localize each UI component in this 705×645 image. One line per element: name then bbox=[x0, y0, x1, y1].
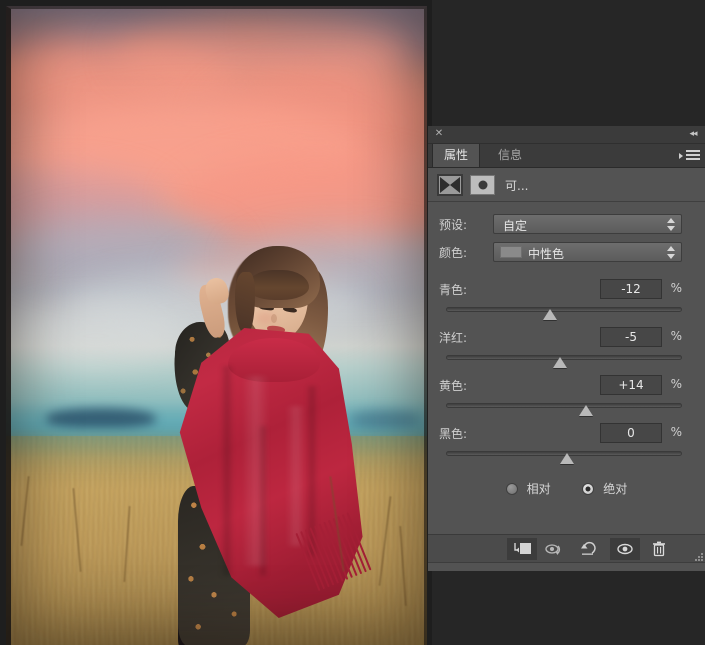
magenta-slider-handle[interactable] bbox=[552, 357, 567, 368]
color-swatch bbox=[500, 246, 522, 258]
black-slider-block: 黑色: 0 % bbox=[428, 423, 705, 472]
black-label: 黑色: bbox=[439, 427, 468, 441]
radio-dot-icon bbox=[505, 483, 518, 495]
panel-bottom-edge bbox=[428, 562, 705, 571]
clip-to-layer-button[interactable] bbox=[507, 538, 537, 560]
eye-icon bbox=[617, 543, 633, 555]
adjustment-title: 可... bbox=[505, 179, 529, 193]
reset-arrow-icon bbox=[581, 541, 596, 555]
cyan-value-input[interactable]: -12 bbox=[600, 279, 662, 299]
eye-arrow-icon bbox=[545, 544, 561, 555]
radio-dot-icon bbox=[582, 483, 595, 495]
photo-image[interactable] bbox=[6, 6, 427, 645]
yellow-slider-block: 黄色: +14 % bbox=[428, 375, 705, 424]
magenta-label: 洋红: bbox=[439, 331, 468, 345]
poncho-highlight bbox=[242, 376, 270, 566]
panel-body: 预设: 自定 颜色: 中性色 青色: -12 % 洋红: -5 % 黄色: +1… bbox=[428, 202, 705, 522]
radio-absolute-label: 绝对 bbox=[603, 482, 628, 496]
cyan-label: 青色: bbox=[439, 283, 468, 297]
close-icon[interactable]: ✕ bbox=[432, 127, 446, 141]
radio-relative[interactable]: 相对 bbox=[505, 480, 551, 497]
yellow-value-input[interactable]: +14 bbox=[600, 375, 662, 395]
selective-color-icon[interactable] bbox=[437, 174, 463, 196]
photoshop-window: ✕ ◂◂ 属性 信息 可... 预设: 自定 颜色: 中性色 青色: -12 %… bbox=[0, 0, 705, 645]
panel-menu-icon[interactable] bbox=[679, 149, 701, 162]
person-figure bbox=[6, 6, 427, 645]
colors-value: 中性色 bbox=[528, 247, 565, 261]
yellow-slider-track[interactable] bbox=[446, 403, 682, 408]
poncho-fold bbox=[220, 366, 234, 576]
view-previous-state-button[interactable] bbox=[540, 538, 570, 560]
reset-button[interactable] bbox=[573, 538, 603, 560]
resize-grip[interactable] bbox=[690, 548, 703, 561]
preset-value: 自定 bbox=[503, 219, 528, 233]
panel-title-bar[interactable]: ✕ ◂◂ bbox=[428, 126, 705, 144]
magenta-value-input[interactable]: -5 bbox=[600, 327, 662, 347]
cyan-slider-track[interactable] bbox=[446, 307, 682, 312]
panel-footer-toolbar bbox=[428, 534, 705, 569]
radio-absolute[interactable]: 绝对 bbox=[582, 480, 627, 497]
image-canvas[interactable] bbox=[0, 0, 432, 645]
black-unit: % bbox=[670, 425, 682, 439]
properties-panel[interactable]: ✕ ◂◂ 属性 信息 可... 预设: 自定 颜色: 中性色 青色: -12 %… bbox=[428, 126, 705, 571]
cyan-slider-handle[interactable] bbox=[542, 309, 557, 320]
collapse-panel-icon[interactable]: ◂◂ bbox=[685, 128, 701, 140]
cyan-slider-block: 青色: -12 % bbox=[428, 279, 705, 328]
preset-row: 预设: 自定 bbox=[428, 214, 705, 234]
tab-properties[interactable]: 属性 bbox=[432, 144, 481, 167]
yellow-slider-handle[interactable] bbox=[578, 405, 593, 416]
magenta-unit: % bbox=[670, 329, 682, 343]
poncho-highlight bbox=[286, 406, 306, 546]
colors-label: 颜色: bbox=[439, 246, 468, 260]
clip-to-layer-icon bbox=[514, 543, 531, 554]
toggle-visibility-button[interactable] bbox=[610, 538, 640, 560]
preset-label: 预设: bbox=[439, 218, 468, 232]
colors-select[interactable]: 中性色 bbox=[493, 242, 682, 262]
trash-icon bbox=[653, 541, 665, 557]
radio-relative-label: 相对 bbox=[526, 482, 551, 496]
yellow-unit: % bbox=[670, 377, 682, 391]
chevron-updown-icon bbox=[667, 246, 676, 259]
method-radio-group: 相对 绝对 bbox=[428, 480, 705, 500]
tab-info[interactable]: 信息 bbox=[487, 144, 533, 167]
panel-tab-bar[interactable]: 属性 信息 bbox=[428, 144, 705, 168]
magenta-slider-block: 洋红: -5 % bbox=[428, 327, 705, 376]
yellow-label: 黄色: bbox=[439, 379, 468, 393]
hair-left bbox=[235, 272, 255, 334]
nose bbox=[271, 314, 277, 323]
chevron-updown-icon bbox=[667, 218, 676, 231]
cyan-unit: % bbox=[670, 281, 682, 295]
delete-layer-button[interactable] bbox=[644, 538, 674, 560]
layer-mask-icon[interactable] bbox=[470, 175, 495, 195]
preset-select[interactable]: 自定 bbox=[493, 214, 682, 234]
black-slider-handle[interactable] bbox=[559, 453, 574, 464]
black-value-input[interactable]: 0 bbox=[600, 423, 662, 443]
colors-row: 颜色: 中性色 bbox=[428, 242, 705, 262]
hair-bangs bbox=[247, 270, 309, 300]
adjustment-header: 可... bbox=[428, 168, 705, 202]
